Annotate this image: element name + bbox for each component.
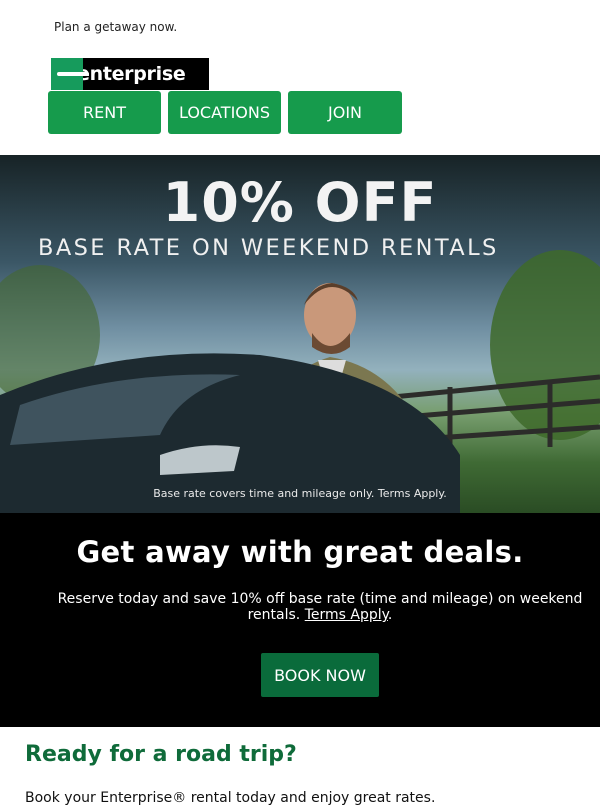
nav-buttons: RENT LOCATIONS JOIN <box>48 91 409 134</box>
book-now-button[interactable]: BOOK NOW <box>261 653 379 697</box>
terms-apply-link[interactable]: Terms Apply <box>305 607 388 623</box>
rent-button[interactable]: RENT <box>48 91 161 134</box>
hero-banner[interactable]: 10% OFF BASE RATE ON WEEKEND RENTALS Bas… <box>0 155 600 513</box>
join-button[interactable]: JOIN <box>288 91 402 134</box>
locations-button[interactable]: LOCATIONS <box>168 91 281 134</box>
enterprise-logo[interactable]: enterprise <box>51 58 209 90</box>
hero-subheadline: BASE RATE ON WEEKEND RENTALS <box>38 235 499 261</box>
logo-mark-icon <box>51 58 89 90</box>
hero-fineprint: Base rate covers time and mileage only. … <box>153 487 447 500</box>
deal-body: Reserve today and save 10% off base rate… <box>40 591 600 623</box>
logo-wordmark: enterprise <box>77 63 186 85</box>
deal-title: Get away with great deals. <box>76 535 524 569</box>
hero-headline: 10% OFF <box>162 171 438 234</box>
preheader-text: Plan a getaway now. <box>54 20 178 34</box>
road-trip-title: Ready for a road trip? <box>25 742 297 767</box>
road-trip-body: Book your Enterprise® rental today and e… <box>25 790 436 806</box>
deal-body-period: . <box>387 607 393 623</box>
deal-section: Get away with great deals. Reserve today… <box>0 513 600 727</box>
